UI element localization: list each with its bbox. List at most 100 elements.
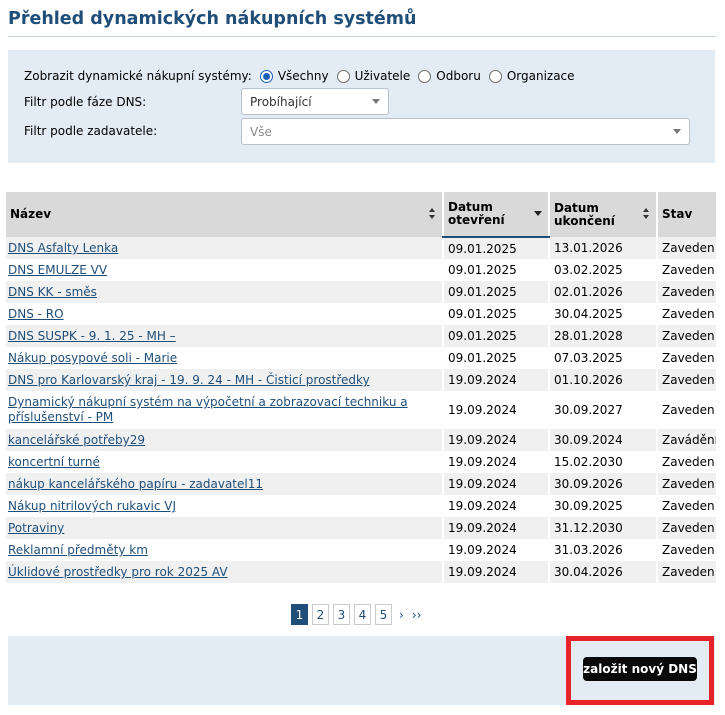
authority-filter-row: Filtr podle zadavatele: xyxy=(24,124,157,138)
dns-name-link[interactable]: DNS EMULZE VV xyxy=(8,263,107,277)
authority-filter-select[interactable]: Vše xyxy=(241,118,690,145)
cell-opened: 19.09.2024 xyxy=(442,451,549,473)
cell-closed: 13.01.2026 xyxy=(548,237,657,259)
dns-name-link[interactable]: Dynamický nákupní systém na výpočetní a … xyxy=(8,395,408,424)
cell-name: DNS EMULZE VV xyxy=(6,259,443,281)
cell-opened: 19.09.2024 xyxy=(442,539,549,561)
table-row: Nákup nitrilových rukavic VJ 19.09.2024 30… xyxy=(6,495,716,517)
radio-user[interactable] xyxy=(336,69,350,83)
cell-state: Zaveden xyxy=(656,517,716,539)
cell-closed: 31.12.2030 xyxy=(548,517,657,539)
dns-name-link[interactable]: Potraviny xyxy=(8,521,64,535)
column-header-opened[interactable]: Datum otevření xyxy=(442,192,549,238)
table-row: Potraviny 19.09.2024 31.12.2030 Zaveden xyxy=(6,517,716,539)
radio-option-all[interactable]: Všechny xyxy=(259,69,329,83)
cell-state: Zaveden xyxy=(656,369,716,391)
radio-department[interactable] xyxy=(418,69,432,83)
cell-name: DNS - RO xyxy=(6,303,443,325)
cell-closed: 30.09.2027 xyxy=(548,391,657,429)
authority-filter-label: Filtr podle zadavatele: xyxy=(24,124,158,138)
radio-option-organization[interactable]: Organizace xyxy=(488,69,575,83)
cell-closed: 02.01.2026 xyxy=(548,281,657,303)
table-row: kancelářské potřeby29 19.09.2024 30.09.202… xyxy=(6,429,716,451)
radio-organization-label: Organizace xyxy=(506,69,575,83)
authority-filter-placeholder: Vše xyxy=(250,124,272,139)
filter-panel: Zobrazit dynamické nákupní systémy: Všec… xyxy=(8,50,715,163)
cell-name: DNS SUSPK - 9. 1. 25 - MH – xyxy=(6,325,443,347)
radio-user-label: Uživatele xyxy=(354,69,411,83)
table-row: Dynamický nákupní systém na výpočetní a … xyxy=(6,391,716,429)
column-header-state-label: Stav xyxy=(662,207,693,221)
title-divider xyxy=(8,36,716,37)
radio-option-department[interactable]: Odboru xyxy=(418,69,481,83)
dns-name-link[interactable]: Reklamní předměty km xyxy=(8,543,148,557)
page-button-4[interactable]: 4 xyxy=(354,604,371,625)
cell-closed: 31.03.2026 xyxy=(548,539,657,561)
phase-filter-select[interactable]: Probíhající xyxy=(241,88,389,115)
cell-state: Zaveden xyxy=(656,325,716,347)
radio-all[interactable] xyxy=(259,69,273,83)
cell-state: Zaveden xyxy=(656,495,716,517)
cell-state: Zaveden xyxy=(656,473,716,495)
page-button-1[interactable]: 1 xyxy=(291,604,308,625)
phase-filter-row: Filtr podle fáze DNS: xyxy=(24,95,146,109)
dns-name-link[interactable]: koncertní turné xyxy=(8,455,100,469)
cell-state: Zaveden xyxy=(656,303,716,325)
page-button-2[interactable]: 2 xyxy=(312,604,329,625)
cell-name: DNS KK - směs xyxy=(6,281,443,303)
cell-closed: 15.02.2030 xyxy=(548,451,657,473)
cell-name: Nákup nitrilových rukavic VJ xyxy=(6,495,443,517)
cell-opened: 19.09.2024 xyxy=(442,429,549,451)
dns-name-link[interactable]: kancelářské potřeby29 xyxy=(8,433,145,447)
cell-name: DNS Asfalty Lenka xyxy=(6,237,443,259)
new-dns-button[interactable]: založit nový DNS xyxy=(583,657,697,681)
table-row: koncertní turné 19.09.2024 15.02.2030 Zaved… xyxy=(6,451,716,473)
column-header-name-label: Název xyxy=(10,207,52,221)
cell-opened: 19.09.2024 xyxy=(442,369,549,391)
pagination: 1 2 3 4 5 › ›› xyxy=(291,604,426,625)
phase-filter-value: Probíhající xyxy=(250,94,312,109)
table-row: DNS KK - směs 09.01.2025 02.01.2026 Zaveden xyxy=(6,281,716,303)
cell-opened: 09.01.2025 xyxy=(442,281,549,303)
cell-state: Zaveden xyxy=(656,347,716,369)
page-button-3[interactable]: 3 xyxy=(333,604,350,625)
dns-name-link[interactable]: DNS - RO xyxy=(8,307,64,321)
cell-opened: 09.01.2025 xyxy=(442,259,549,281)
dns-name-link[interactable]: DNS Asfalty Lenka xyxy=(8,241,118,255)
cell-closed: 30.09.2026 xyxy=(548,473,657,495)
cell-opened: 19.09.2024 xyxy=(442,391,549,429)
radio-option-user[interactable]: Uživatele xyxy=(336,69,411,83)
dns-name-link[interactable]: Nákup posypové soli - Marie xyxy=(8,351,177,365)
cell-state: Zaveden xyxy=(656,451,716,473)
next-page-button[interactable]: › xyxy=(399,608,404,622)
column-header-closed[interactable]: Datum ukončení xyxy=(548,192,657,237)
table-row: DNS EMULZE VV 09.01.2025 03.02.2025 Zaveden xyxy=(6,259,716,281)
dns-name-link[interactable]: DNS SUSPK - 9. 1. 25 - MH – xyxy=(8,329,176,343)
sort-desc-icon xyxy=(534,211,542,216)
cell-state: Zaveden xyxy=(656,561,716,583)
column-header-name[interactable]: Název xyxy=(6,192,443,237)
last-page-button[interactable]: ›› xyxy=(412,608,422,622)
cell-name: kancelářské potřeby29 xyxy=(6,429,443,451)
dns-name-link[interactable]: nákup kancelářského papíru - zadavatel11 xyxy=(8,477,263,491)
show-filter-radio-group: Všechny Uživatele Odboru Organizace xyxy=(259,69,583,83)
cell-opened: 09.01.2025 xyxy=(442,325,549,347)
dns-name-link[interactable]: Nákup nitrilových rukavic VJ xyxy=(8,499,176,513)
cell-closed: 30.09.2025 xyxy=(548,495,657,517)
cell-closed: 07.03.2025 xyxy=(548,347,657,369)
show-filter-label: Zobrazit dynamické nákupní systémy: xyxy=(24,69,252,83)
cell-closed: 03.02.2025 xyxy=(548,259,657,281)
dns-name-link[interactable]: DNS KK - směs xyxy=(8,285,97,299)
cell-opened: 09.01.2025 xyxy=(442,237,549,259)
radio-department-label: Odboru xyxy=(436,69,481,83)
column-header-opened-label: Datum otevření xyxy=(448,200,505,227)
page-button-5[interactable]: 5 xyxy=(375,604,392,625)
column-header-state[interactable]: Stav xyxy=(656,192,716,237)
dns-name-link[interactable]: Úklidové prostředky pro rok 2025 AV xyxy=(8,565,228,579)
dns-name-link[interactable]: DNS pro Karlovarský kraj - 19. 9. 24 - M… xyxy=(8,373,370,387)
cell-opened: 19.09.2024 xyxy=(442,473,549,495)
cell-closed: 30.04.2025 xyxy=(548,303,657,325)
table-row: DNS SUSPK - 9. 1. 25 - MH – 09.01.2025 28.… xyxy=(6,325,716,347)
radio-organization[interactable] xyxy=(488,69,502,83)
sort-icon xyxy=(643,208,650,220)
